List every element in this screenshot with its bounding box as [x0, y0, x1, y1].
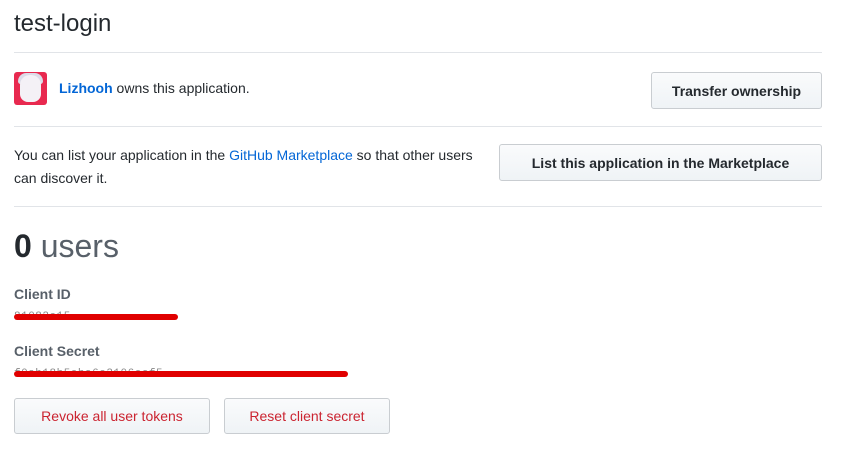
- owner-text: Lizhooh owns this application.: [59, 80, 250, 96]
- list-in-marketplace-button[interactable]: List this application in the Marketplace: [499, 144, 822, 181]
- revoke-all-user-tokens-button[interactable]: Revoke all user tokens: [14, 398, 210, 434]
- owner-suffix: owns this application.: [112, 80, 250, 96]
- marketplace-description: You can list your application in the Git…: [14, 144, 484, 190]
- users-count: 0: [14, 228, 32, 264]
- reset-client-secret-button[interactable]: Reset client secret: [224, 398, 390, 434]
- users-count-heading: 0 users: [14, 228, 119, 265]
- transfer-ownership-button[interactable]: Transfer ownership: [651, 72, 822, 109]
- users-label: users: [40, 228, 119, 264]
- github-marketplace-link[interactable]: GitHub Marketplace: [229, 147, 353, 163]
- owner-username-link[interactable]: Lizhooh: [59, 80, 113, 96]
- divider: [14, 52, 822, 53]
- divider: [14, 126, 822, 127]
- client-secret-redaction: [14, 371, 348, 377]
- client-id-label: Client ID: [14, 286, 71, 302]
- client-id-redaction: [14, 314, 178, 320]
- client-secret-label: Client Secret: [14, 343, 100, 359]
- page-title: test-login: [14, 10, 112, 37]
- divider: [14, 206, 822, 207]
- avatar[interactable]: [14, 72, 47, 105]
- avatar-face-icon: [20, 75, 41, 102]
- marketplace-text-before: You can list your application in the: [14, 147, 230, 163]
